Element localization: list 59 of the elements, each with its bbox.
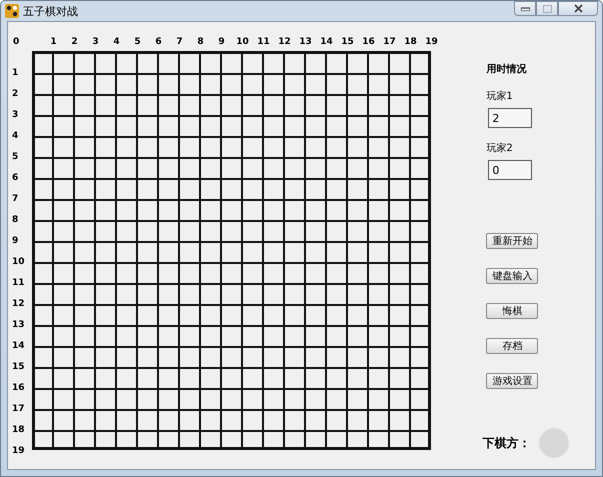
action-button[interactable]: 键盘输入 bbox=[486, 268, 538, 284]
column-label: 17 bbox=[382, 36, 397, 46]
row-label: 6 bbox=[11, 172, 20, 185]
row-label: 15 bbox=[11, 361, 26, 374]
row-label: 2 bbox=[11, 88, 20, 101]
player-label: 玩家2 bbox=[486, 142, 514, 155]
player-label: 玩家1 bbox=[486, 90, 514, 103]
column-label: 14 bbox=[319, 36, 334, 46]
column-label: 10 bbox=[235, 36, 250, 46]
minimize-button[interactable] bbox=[514, 1, 536, 16]
time-field[interactable]: 2 bbox=[488, 108, 532, 128]
row-label: 7 bbox=[11, 193, 20, 206]
close-button[interactable] bbox=[558, 1, 598, 16]
window-title: 五子棋对战 bbox=[23, 4, 78, 18]
column-label: 3 bbox=[91, 36, 100, 46]
column-label: 2 bbox=[70, 36, 79, 46]
column-label: 13 bbox=[298, 36, 313, 46]
column-label: 9 bbox=[217, 36, 226, 46]
column-label: 8 bbox=[196, 36, 205, 46]
row-label: 19 bbox=[11, 445, 26, 458]
turn-indicator bbox=[540, 429, 568, 457]
row-label: 12 bbox=[11, 298, 26, 311]
column-label: 7 bbox=[175, 36, 184, 46]
column-label: 12 bbox=[277, 36, 292, 46]
column-label: 18 bbox=[403, 36, 418, 46]
action-button[interactable]: 重新开始 bbox=[486, 233, 538, 249]
close-icon bbox=[574, 4, 582, 13]
axis-label: 0 bbox=[13, 36, 20, 46]
row-label: 4 bbox=[11, 130, 20, 143]
column-label: 6 bbox=[154, 36, 163, 46]
column-label: 11 bbox=[256, 36, 271, 46]
column-label: 4 bbox=[112, 36, 121, 46]
time-field[interactable]: 0 bbox=[488, 160, 532, 180]
row-label: 16 bbox=[11, 382, 26, 395]
column-label: 15 bbox=[340, 36, 355, 46]
turn-label: 下棋方： bbox=[482, 434, 530, 452]
row-label: 10 bbox=[11, 256, 26, 269]
action-button[interactable]: 存档 bbox=[486, 338, 538, 354]
app-icon bbox=[5, 4, 19, 18]
column-label: 1 bbox=[49, 36, 58, 46]
action-button[interactable]: 游戏设置 bbox=[486, 373, 538, 389]
row-label: 1 bbox=[11, 67, 20, 80]
row-label: 3 bbox=[11, 109, 20, 122]
row-label: 13 bbox=[11, 319, 26, 332]
minimize-icon bbox=[520, 6, 530, 10]
timer-heading: 用时情况 bbox=[486, 62, 528, 76]
column-label: 19 bbox=[424, 36, 439, 46]
column-label: 16 bbox=[361, 36, 376, 46]
row-label: 9 bbox=[11, 235, 20, 248]
row-label: 17 bbox=[11, 403, 26, 416]
row-label: 11 bbox=[11, 277, 26, 290]
maximize-icon bbox=[542, 4, 552, 12]
row-label: 5 bbox=[11, 151, 20, 164]
row-label: 14 bbox=[11, 340, 26, 353]
row-label: 8 bbox=[11, 214, 20, 227]
board-grid[interactable] bbox=[32, 51, 431, 450]
column-label: 5 bbox=[133, 36, 142, 46]
action-button[interactable]: 悔棋 bbox=[486, 303, 538, 319]
row-label: 18 bbox=[11, 424, 26, 437]
